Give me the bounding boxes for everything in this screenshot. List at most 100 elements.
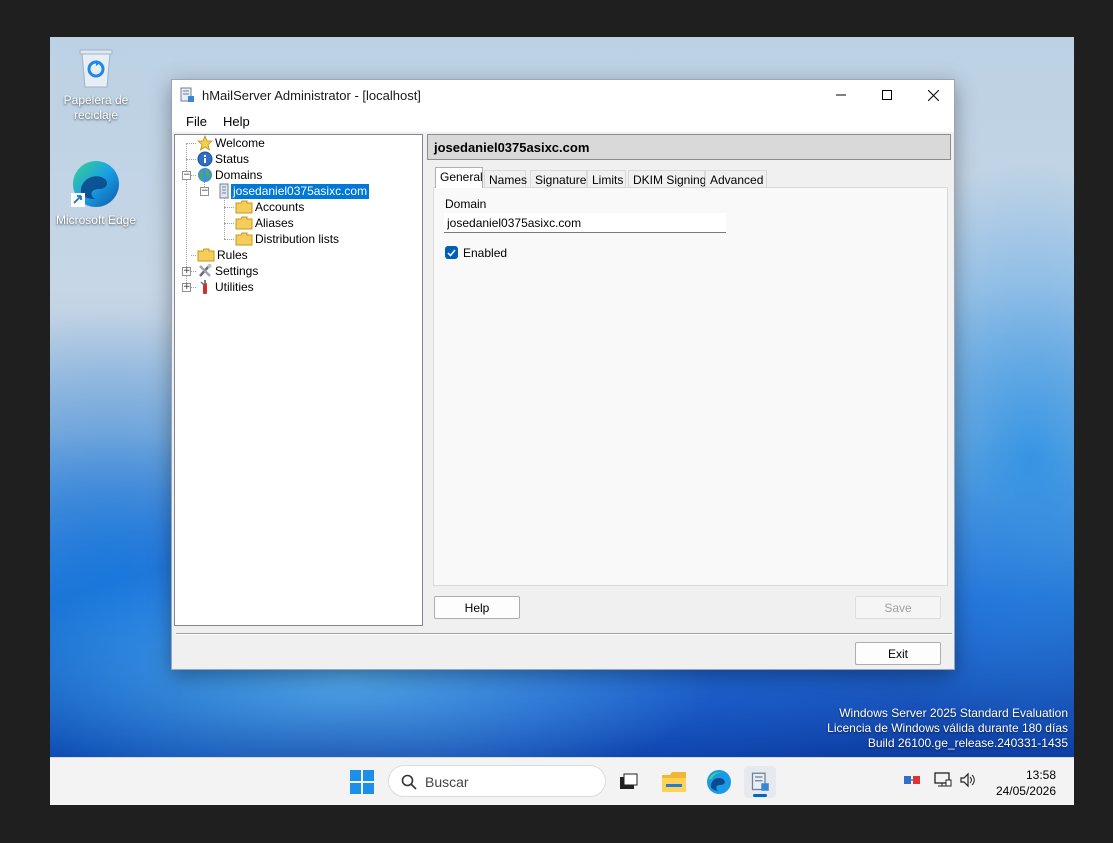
domain-label: Domain [445, 197, 487, 211]
watermark-line-3: Build 26100.ge_release.240331-1435 [867, 736, 1068, 750]
search-icon [401, 774, 417, 790]
navigation-tree[interactable]: Welcome Status − Domains − josedaniel037… [174, 134, 423, 626]
folder-icon [197, 248, 215, 262]
folder-icon [662, 772, 686, 792]
settings-expand-toggle[interactable]: + [182, 267, 191, 276]
tab-dkim-signing[interactable]: DKIM Signing [628, 170, 706, 188]
tree-line [224, 207, 234, 208]
menu-bar: File Help [172, 110, 954, 132]
tree-line [224, 197, 225, 239]
domain-header-text: josedaniel0375asixc.com [434, 140, 590, 155]
save-button[interactable]: Save [855, 596, 941, 619]
menu-help[interactable]: Help [223, 114, 250, 129]
tree-line [224, 239, 234, 240]
tree-label-rules: Rules [217, 247, 248, 262]
exit-button[interactable]: Exit [855, 642, 941, 665]
task-view-button[interactable] [612, 766, 644, 798]
tree-item-rules[interactable]: Rules [197, 247, 250, 263]
tree-line [186, 143, 196, 144]
close-button[interactable] [910, 80, 956, 110]
tools-icon [199, 264, 212, 277]
domains-collapse-toggle[interactable]: − [182, 171, 191, 180]
tree-item-domain[interactable]: josedaniel0375asixc.com [217, 182, 371, 200]
domain-collapse-toggle[interactable]: − [200, 187, 209, 196]
tree-item-distribution-lists[interactable]: Distribution lists [235, 231, 341, 247]
enabled-checkbox[interactable] [445, 246, 458, 259]
tree-item-aliases[interactable]: Aliases [235, 215, 296, 231]
tree-label-domain: josedaniel0375asixc.com [229, 182, 371, 200]
help-button[interactable]: Help [434, 596, 520, 619]
checkmark-icon [447, 249, 456, 257]
system-clock[interactable]: 13:58 24/05/2026 [996, 767, 1056, 799]
windows-logo-icon [350, 770, 374, 794]
utilities-expand-toggle[interactable]: + [182, 283, 191, 292]
tree-item-status[interactable]: Status [197, 151, 251, 167]
tree-line [191, 255, 196, 256]
hmailserver-taskbar-button[interactable] [744, 766, 776, 798]
start-button[interactable] [346, 766, 378, 798]
tree-label-distribution-lists: Distribution lists [255, 231, 340, 246]
star-icon [197, 135, 213, 151]
tree-line [191, 271, 196, 272]
domain-input[interactable] [444, 213, 726, 233]
tree-line [224, 223, 234, 224]
hmailserver-icon [751, 772, 769, 791]
tree-item-settings[interactable]: Settings [197, 263, 260, 279]
utility-knife-icon [200, 280, 207, 294]
tree-label-accounts: Accounts [255, 199, 305, 214]
tree-line [191, 175, 196, 176]
tree-label-utilities: Utilities [215, 279, 254, 294]
folder-icon [235, 216, 253, 230]
tree-item-domains[interactable]: Domains [197, 167, 264, 183]
tree-line [191, 287, 196, 288]
network-icon[interactable] [903, 772, 921, 793]
tab-signature[interactable]: Signature [530, 170, 587, 188]
display-icon[interactable] [934, 772, 952, 793]
tree-label-status: Status [215, 151, 250, 166]
hmailserver-window: hMailServer Administrator - [localhost] … [171, 79, 955, 670]
clock-time: 13:58 [1025, 768, 1056, 782]
maximize-icon [882, 90, 892, 100]
tree-label-aliases: Aliases [255, 215, 294, 230]
taskbar-search[interactable]: Buscar [388, 765, 606, 797]
globe-icon [198, 168, 212, 182]
title-bar[interactable]: hMailServer Administrator - [localhost] [172, 80, 954, 110]
tree-label-domains: Domains [215, 167, 263, 182]
tree-item-accounts[interactable]: Accounts [235, 199, 306, 215]
edge-taskbar-button[interactable] [703, 766, 735, 798]
volume-icon[interactable] [959, 772, 977, 793]
tree-line [186, 159, 196, 160]
active-app-indicator [753, 794, 767, 797]
recycle-bin-icon [78, 47, 114, 89]
enabled-label: Enabled [463, 246, 508, 260]
server-icon [219, 183, 229, 199]
recycle-bin-shortcut[interactable]: Papelera de reciclaje [50, 47, 142, 123]
bottom-separator [176, 633, 952, 635]
edge-icon [707, 770, 731, 794]
tab-limits[interactable]: Limits [587, 170, 626, 188]
edge-label: Microsoft Edge [55, 213, 137, 227]
minimize-icon [836, 94, 846, 96]
menu-file[interactable]: File [186, 114, 207, 129]
general-tab-page [433, 187, 948, 586]
clock-date: 24/05/2026 [995, 784, 1056, 798]
tab-names[interactable]: Names [484, 170, 527, 188]
maximize-button[interactable] [864, 80, 910, 110]
edge-shortcut[interactable]: Microsoft Edge [50, 159, 142, 228]
tree-item-welcome[interactable]: Welcome [197, 135, 267, 151]
tab-advanced[interactable]: Advanced [705, 170, 767, 188]
info-icon [197, 151, 213, 167]
close-icon [927, 89, 939, 101]
tree-label-settings: Settings [215, 263, 259, 278]
window-title: hMailServer Administrator - [localhost] [202, 88, 421, 103]
watermark-line-2: Licencia de Windows válida durante 180 d… [827, 721, 1068, 735]
watermark-line-1: Windows Server 2025 Standard Evaluation [839, 706, 1068, 720]
file-explorer-button[interactable] [658, 766, 690, 798]
tab-general[interactable]: General [435, 167, 483, 188]
domain-header: josedaniel0375asixc.com [427, 134, 951, 160]
windows-watermark: Windows Server 2025 Standard Evaluation … [827, 706, 1068, 751]
folder-icon [235, 232, 253, 246]
tree-item-utilities[interactable]: Utilities [197, 279, 256, 295]
search-placeholder: Buscar [425, 774, 469, 790]
minimize-button[interactable] [818, 80, 864, 110]
